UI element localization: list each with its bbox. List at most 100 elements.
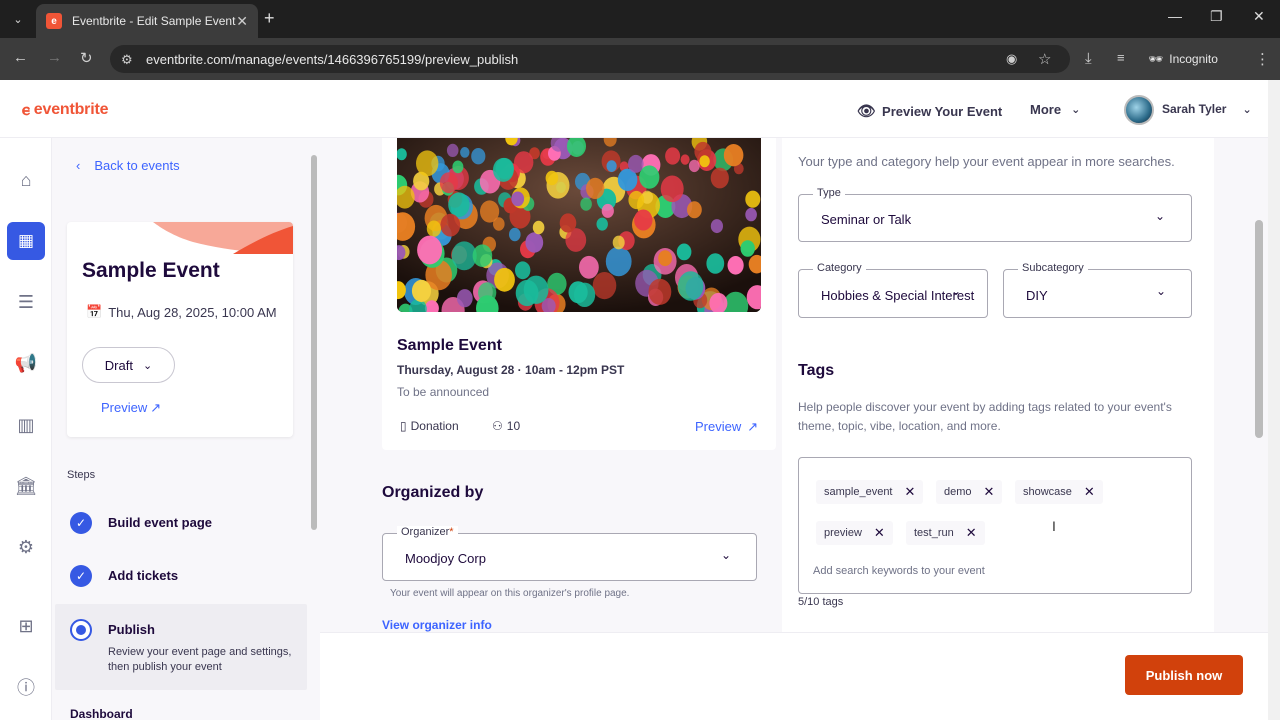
star-icon[interactable]: ☆ <box>1038 50 1051 68</box>
page-scrollbar-thumb[interactable] <box>1255 220 1263 438</box>
tag-label: showcase <box>1023 486 1072 498</box>
eventbrite-logo[interactable]: ⲉ eventbrite <box>22 99 108 120</box>
category-field-label: Category <box>813 262 866 274</box>
more-menu-button[interactable]: More ⌄ <box>1030 102 1080 117</box>
reports-chart-icon[interactable]: ▥ <box>14 413 38 437</box>
back-arrow-icon[interactable]: ← <box>13 49 28 66</box>
maximize-icon[interactable]: ❐ <box>1210 8 1223 25</box>
new-tab-icon[interactable]: + <box>264 8 275 29</box>
eye-off-icon[interactable]: ◉ <box>1006 51 1017 67</box>
minimize-icon[interactable]: — <box>1168 8 1182 24</box>
user-menu-button[interactable]: Sarah Tyler ⌄ <box>1162 102 1252 116</box>
browser-menu-icon[interactable]: ⋮ <box>1255 50 1270 68</box>
url-input[interactable]: eventbrite.com/manage/events/14663967651… <box>110 45 1070 73</box>
event-date-text: Thu, Aug 28, 2025, 10:00 AM <box>108 304 277 320</box>
type-select[interactable]: Type Seminar or Talk ⌄ <box>798 187 1192 242</box>
apps-grid-icon[interactable]: ⊞ <box>14 614 38 638</box>
remove-tag-icon[interactable]: ✕ <box>1084 484 1095 500</box>
page-scrollbar-track[interactable] <box>1268 80 1280 720</box>
balloon <box>545 170 559 186</box>
balloon <box>416 150 439 177</box>
megaphone-icon[interactable]: 📢 <box>14 351 38 375</box>
balloon <box>411 279 432 302</box>
balloon <box>509 227 521 242</box>
balloon <box>605 246 632 277</box>
balloon <box>745 207 757 222</box>
avatar[interactable] <box>1124 95 1154 125</box>
balloon <box>677 271 704 301</box>
balloon <box>446 143 459 157</box>
balloon <box>439 172 458 194</box>
eye-icon: 👁 <box>857 103 877 120</box>
external-link-icon: ↗ <box>150 400 162 415</box>
download-icon[interactable]: ⤓ <box>1085 50 1092 67</box>
balloon <box>480 200 500 223</box>
balloon <box>660 175 684 203</box>
balloon <box>628 190 645 210</box>
help-icon[interactable]: ⓘ <box>14 675 38 699</box>
settings-gear-icon[interactable]: ⚙ <box>14 535 38 559</box>
subcategory-select[interactable]: Subcategory DIY ⌄ <box>1003 262 1192 318</box>
balloon <box>472 244 493 267</box>
card-preview-link[interactable]: Preview ↗ <box>695 419 758 435</box>
tag-chip: sample_event ✕ <box>816 480 924 504</box>
preview-your-event-button[interactable]: 👁 Preview Your Event <box>857 102 1002 120</box>
organizer-select[interactable]: Organizer* Moodjoy Corp ⌄ <box>382 526 757 581</box>
url-text: eventbrite.com/manage/events/14663967651… <box>146 51 519 67</box>
publish-now-button[interactable]: Publish now <box>1125 655 1243 695</box>
balloon <box>688 159 700 173</box>
orders-icon[interactable]: ☰ <box>14 290 38 314</box>
remove-tag-icon[interactable]: ✕ <box>984 484 995 500</box>
balloon <box>745 190 761 208</box>
tags-input-placeholder[interactable]: Add search keywords to your event <box>813 565 985 577</box>
media-icon[interactable]: ≡ <box>1117 50 1125 65</box>
chevron-down-icon: ⌄ <box>1155 209 1166 223</box>
preview-event-date: Thursday, August 28 · 10am - 12pm PST <box>397 363 625 377</box>
card-decoration <box>153 222 293 254</box>
view-organizer-info-link[interactable]: View organizer info <box>382 618 492 632</box>
back-to-events-link[interactable]: ‹ Back to events <box>76 158 180 173</box>
step-add-tickets[interactable]: ✓ Add tickets <box>70 565 178 587</box>
remove-tag-icon[interactable]: ✕ <box>905 484 916 500</box>
incognito-indicator[interactable]: 🕶 Incognito <box>1148 45 1238 73</box>
sidebar-preview-link[interactable]: Preview ↗ <box>101 400 161 416</box>
tab-search-icon[interactable]: ⌄ <box>0 0 36 38</box>
tab-close-icon[interactable]: ✕ <box>236 13 248 30</box>
reload-icon[interactable]: ↻ <box>80 49 93 67</box>
dashboard-link[interactable]: Dashboard <box>70 707 133 720</box>
home-icon[interactable]: ⌂ <box>14 168 38 192</box>
balloon <box>471 148 486 165</box>
balloon <box>606 160 617 172</box>
finance-bank-icon[interactable]: 🏛 <box>14 474 38 498</box>
logo-text: eventbrite <box>33 100 109 118</box>
balloon <box>727 256 744 275</box>
remove-tag-icon[interactable]: ✕ <box>966 525 977 541</box>
preview-label: Preview <box>101 400 148 415</box>
tag-chip: demo ✕ <box>936 480 1003 504</box>
window-close-icon[interactable]: ✕ <box>1253 8 1265 25</box>
site-info-icon[interactable]: ⚙ <box>121 52 133 68</box>
chevron-left-icon: ‹ <box>76 158 81 173</box>
type-value: Seminar or Talk <box>821 212 912 227</box>
balloon <box>740 240 755 257</box>
sidebar-scrollbar[interactable] <box>311 155 317 530</box>
back-label: Back to events <box>94 158 180 173</box>
category-select[interactable]: Category Hobbies & Special Interest ⌄ <box>798 262 988 318</box>
balloon <box>648 278 672 305</box>
price-text: Donation <box>410 419 459 433</box>
status-dropdown[interactable]: Draft ⌄ <box>82 347 175 383</box>
chevron-down-icon: ⌄ <box>1071 104 1081 116</box>
calendar-icon[interactable]: ▦ <box>7 222 45 260</box>
remove-tag-icon[interactable]: ✕ <box>874 525 885 541</box>
browser-tab[interactable]: e Eventbrite - Edit Sample Event ✕ <box>36 4 258 38</box>
incognito-icon: 🕶 <box>1148 52 1164 66</box>
step-build-event-page[interactable]: ✓ Build event page <box>70 512 212 534</box>
balloon <box>460 147 470 158</box>
forward-arrow-icon[interactable]: → <box>47 49 62 66</box>
step-publish[interactable]: Publish Review your event page and setti… <box>70 619 298 675</box>
chevron-down-icon: ⌄ <box>951 284 962 298</box>
balloon <box>658 250 672 267</box>
eventbrite-logo-icon: ⲉ <box>22 99 30 119</box>
balloons-photo <box>397 138 761 312</box>
balloon <box>525 232 544 253</box>
